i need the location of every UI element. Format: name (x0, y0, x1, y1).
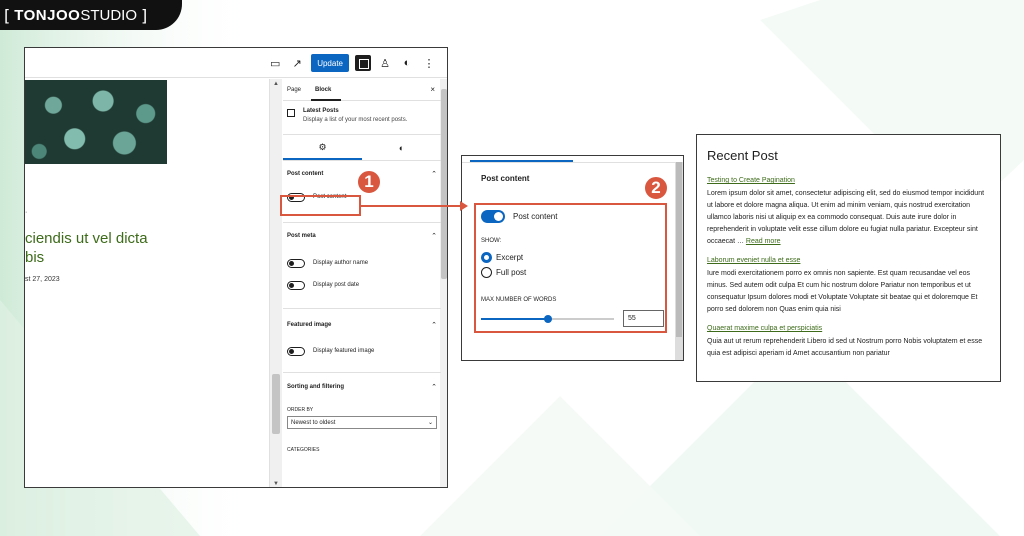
post-title[interactable]: ciendis ut vel dicta bis (25, 229, 148, 267)
toggle-label: Display post date (313, 282, 360, 288)
toggle-label: Display author name (313, 260, 369, 266)
max-words-input[interactable]: 55 (623, 310, 664, 327)
read-more-link[interactable]: Read more (746, 238, 781, 245)
tab-block[interactable]: Block (311, 79, 341, 101)
styles-icon[interactable]: ◐ (399, 55, 415, 71)
radio-full-post[interactable]: Full post (481, 267, 526, 278)
post-title-line1: ciendis ut vel dicta (25, 230, 148, 247)
editor-canvas[interactable]: · ciendis ut vel dicta bis st 27, 2023 (25, 79, 269, 487)
post-excerpt-1: Lorem ipsum dolor sit amet, consectetur … (707, 188, 990, 248)
toggle-label: Display featured image (313, 348, 375, 354)
chevron-up-icon[interactable]: ⌃ (431, 170, 437, 178)
logo-bracket-close: ] (141, 5, 148, 25)
brand-logo: [ TONJOO STUDIO ] (0, 0, 182, 30)
recent-posts-heading: Recent Post (707, 148, 778, 163)
panel-title: Post content (287, 171, 324, 177)
sidebar-scrollbar-thumb[interactable] (441, 89, 447, 279)
settings-toggle-icon[interactable] (355, 55, 371, 71)
settings-sidebar: ▲ ▼ Page Block × Latest Posts Display a … (269, 79, 447, 487)
gear-icon[interactable]: ⚙ (283, 135, 362, 160)
post-content-toggle-on[interactable] (481, 210, 505, 223)
display-featured-image-toggle[interactable] (287, 346, 305, 356)
callout-badge-1: 1 (356, 169, 382, 195)
post-excerpt-2: Iure modi exercitationem porro ex omnis … (707, 270, 978, 313)
zoom-scrollbar[interactable] (675, 162, 683, 360)
block-card: Latest Posts Display a list of your most… (283, 101, 441, 135)
zoom-panel-title: Post content (481, 174, 530, 183)
post-date: st 27, 2023 (25, 276, 60, 283)
callout-highlight-1 (280, 195, 361, 216)
panel-post-meta: Post meta ⌃ Display author name Display … (283, 223, 441, 309)
radio-excerpt-label: Excerpt (496, 253, 524, 262)
sidebar-tabs: Page Block × (283, 79, 441, 101)
panel-header[interactable]: Sorting and filtering ⌃ (287, 373, 437, 401)
logo-brand-bold: TONJOO (14, 6, 81, 24)
order-by-label: ORDER BY (287, 407, 314, 413)
panel-sorting-filtering: Sorting and filtering ⌃ ORDER BY Newest … (283, 373, 441, 453)
order-by-select[interactable]: Newest to oldest ⌄ (287, 416, 437, 429)
post-excerpt-1-text: Lorem ipsum dolor sit amet, consectetur … (707, 190, 985, 245)
chevron-down-icon: ⌄ (427, 420, 433, 426)
close-icon[interactable]: × (430, 85, 435, 94)
block-editor-window: ▭ ↗ Update ♙ ◐ ⋮ · ciendis ut vel dicta … (24, 47, 448, 488)
order-by-value: Newest to oldest (291, 419, 336, 426)
panel-header[interactable]: Featured image ⌃ (287, 309, 437, 341)
settings-styles-tabs: ⚙ ◐ (283, 135, 441, 161)
radio-full-post-button[interactable] (481, 267, 492, 278)
chevron-up-icon[interactable]: ⌃ (431, 321, 437, 329)
tab-page[interactable]: Page (283, 79, 311, 101)
scroll-up-icon[interactable]: ▲ (273, 81, 279, 87)
chevron-up-icon[interactable]: ⌃ (431, 232, 437, 240)
panel-title: Sorting and filtering (287, 384, 344, 390)
update-button[interactable]: Update (311, 54, 349, 72)
arrow-head-icon (460, 201, 468, 211)
zoom-toggle-label: Post content (513, 212, 558, 221)
featured-image (25, 80, 167, 164)
radio-excerpt[interactable]: Excerpt (481, 252, 523, 263)
desktop-icon[interactable]: ▭ (267, 55, 283, 71)
styles-icon[interactable]: ◐ (362, 135, 441, 160)
scroll-down-icon[interactable]: ▼ (273, 481, 279, 487)
canvas-scrollbar[interactable]: ▲ ▼ (270, 79, 282, 487)
post-link-2[interactable]: Laborum eveniet nulla et esse (707, 257, 990, 264)
sidebar-scrollbar[interactable] (440, 79, 447, 487)
logo-bracket-open: [ (4, 5, 11, 25)
jetpack-icon[interactable]: ♙ (377, 55, 393, 71)
post-link-3[interactable]: Quaerat maxime culpa et perspiciatis (707, 325, 990, 332)
radio-full-post-label: Full post (496, 268, 527, 277)
latest-posts-icon (287, 109, 295, 117)
display-date-toggle[interactable] (287, 280, 305, 290)
post-meta-fragment: · (25, 209, 28, 216)
external-link-icon[interactable]: ↗ (289, 55, 305, 71)
panel-title: Post meta (287, 233, 316, 239)
slider-fill (481, 318, 548, 320)
post-title-line2: bis (25, 249, 45, 266)
editor-top-toolbar: ▭ ↗ Update ♙ ◐ ⋮ (25, 48, 447, 78)
slider-handle[interactable] (543, 315, 552, 323)
more-vertical-icon[interactable]: ⋮ (421, 55, 437, 71)
logo-brand-light: STUDIO (80, 6, 137, 24)
max-words-label: MAX NUMBER OF WORDS (481, 297, 557, 303)
panel-header[interactable]: Post meta ⌃ (287, 223, 437, 249)
block-description: Display a list of your most recent posts… (303, 117, 408, 123)
panel-featured-image: Featured image ⌃ Display featured image (283, 309, 441, 373)
post-excerpt-3: Quia aut ut rerum reprehenderit Libero i… (707, 338, 983, 357)
show-label: SHOW: (481, 238, 502, 244)
callout-arrow (361, 205, 461, 207)
recent-posts-preview: Recent Post Testing to Create Pagination… (696, 134, 1001, 382)
max-words-slider[interactable] (481, 315, 614, 323)
categories-label: CATEGORIES (287, 447, 320, 453)
block-name: Latest Posts (303, 108, 339, 114)
display-author-toggle[interactable] (287, 258, 305, 268)
scrollbar-thumb[interactable] (272, 374, 280, 434)
post-link-1[interactable]: Testing to Create Pagination (707, 177, 990, 184)
radio-excerpt-button[interactable] (481, 252, 492, 263)
callout-badge-2: 2 (643, 175, 669, 201)
chevron-up-icon[interactable]: ⌃ (431, 383, 437, 391)
active-tab-indicator (470, 160, 573, 162)
panel-title: Featured image (287, 322, 332, 328)
